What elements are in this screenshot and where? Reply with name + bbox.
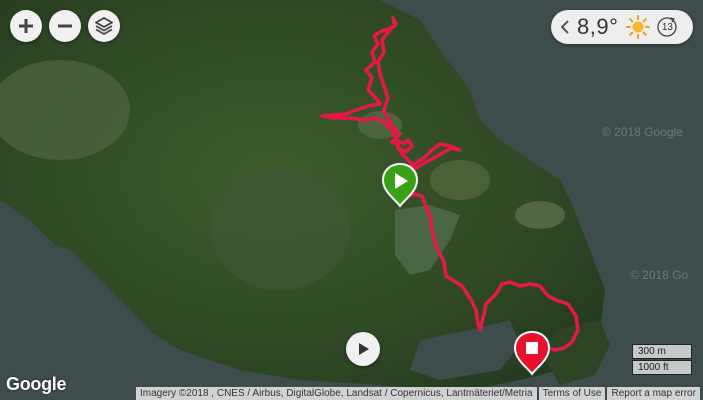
- chevron-left-icon[interactable]: [559, 17, 571, 37]
- terms-link[interactable]: Terms of Use: [538, 387, 606, 400]
- stop-icon: [526, 342, 538, 354]
- scale-imperial: 1000 ft: [632, 360, 692, 375]
- zoom-out-button[interactable]: [49, 10, 81, 42]
- play-icon: [359, 343, 369, 355]
- report-error-link[interactable]: Report a map error: [607, 387, 700, 400]
- layers-icon: [95, 17, 113, 35]
- layers-button[interactable]: [88, 10, 120, 42]
- clearing: [515, 201, 565, 229]
- google-logo: Google: [6, 374, 67, 394]
- scale-bar[interactable]: 300 m 1000 ft: [632, 344, 692, 375]
- clearing: [210, 170, 350, 290]
- attribution-bar: Imagery ©2018 , CNES / Airbus, DigitalGl…: [136, 387, 700, 400]
- scale-metric: 300 m: [632, 344, 692, 359]
- map-watermark: © 2018 Go: [630, 268, 689, 282]
- map-watermark: © 2018 Google: [602, 125, 683, 139]
- play-route-button[interactable]: [346, 332, 380, 366]
- clearing: [430, 160, 490, 200]
- zoom-in-button[interactable]: [10, 10, 42, 42]
- wind-speed: 13: [661, 21, 673, 33]
- minus-icon: [58, 24, 72, 28]
- plus-icon: [19, 19, 33, 33]
- wind-indicator: 13: [656, 16, 678, 38]
- temperature: 8,9°: [577, 14, 619, 39]
- weather-widget[interactable]: 8,9° 13: [551, 10, 693, 44]
- sun-icon: [626, 15, 651, 39]
- imagery-credit: Imagery ©2018 , CNES / Airbus, DigitalGl…: [136, 387, 537, 400]
